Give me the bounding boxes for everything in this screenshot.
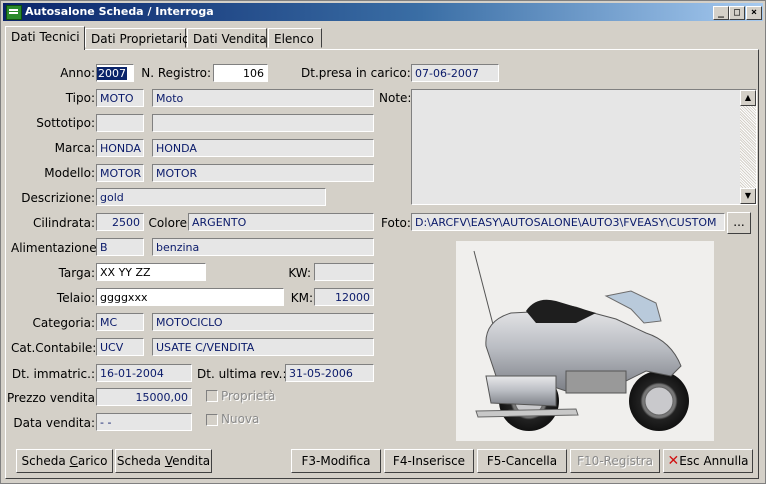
catcontabile-code-field[interactable]: UCV (96, 338, 144, 356)
cancel-x-icon: ✕ (667, 453, 680, 469)
marca-desc-field[interactable]: HONDA (152, 139, 374, 157)
tipo-label: Tipo: (65, 91, 95, 105)
foto-browse-button[interactable]: ... (727, 212, 751, 234)
motorcycle-image (473, 250, 689, 431)
modello-desc-field[interactable]: MOTOR (152, 164, 374, 182)
cilindrata-field[interactable]: 2500 (96, 213, 144, 231)
presa-field[interactable]: 07-06-2007 (411, 64, 499, 82)
km-field[interactable]: 12000 (314, 288, 374, 306)
colore-label: Colore (148, 216, 187, 230)
categoria-desc-field[interactable]: MOTOCICLO (152, 313, 374, 331)
ultimarev-field[interactable]: 31-05-2006 (285, 364, 374, 382)
registra-button[interactable]: F10-Registra (570, 449, 660, 473)
marca-code-field[interactable]: HONDA (96, 139, 144, 157)
cancella-button[interactable]: F5-Cancella (477, 449, 567, 473)
scroll-down-icon[interactable]: ▼ (740, 188, 756, 204)
main-window: Autosalone Scheda / Interroga _ □ × Dati… (0, 0, 766, 484)
catcontabile-desc-field[interactable]: USATE C/VENDITA (152, 338, 374, 356)
proprieta-label: Proprietà (221, 389, 276, 403)
presa-label: Dt.presa in carico: (301, 66, 411, 80)
maximize-button[interactable]: □ (729, 6, 745, 20)
immatric-field[interactable]: 16-01-2004 (96, 364, 192, 382)
minimize-button[interactable]: _ (713, 6, 729, 20)
sottotipo-code-field[interactable] (96, 114, 144, 132)
prezzo-field[interactable]: 15000,00 (96, 388, 192, 406)
note-textarea[interactable]: ▲ ▼ (411, 89, 757, 205)
modello-label: Modello: (44, 166, 95, 180)
scroll-up-icon[interactable]: ▲ (740, 90, 756, 106)
note-scrollbar[interactable]: ▲ ▼ (740, 90, 756, 204)
tipo-desc-field[interactable]: Moto (152, 89, 374, 107)
tipo-code-field[interactable]: MOTO (96, 89, 144, 107)
categoria-label: Categoria: (32, 316, 95, 330)
telaio-label: Telaio: (56, 291, 95, 305)
tab-dati-vendita[interactable]: Dati Vendita (187, 28, 267, 48)
alimentazione-code-field[interactable]: B (96, 238, 144, 256)
descrizione-label: Descrizione: (21, 191, 95, 205)
modifica-button[interactable]: F3-Modifica (291, 449, 381, 473)
telaio-field[interactable]: ggggxxx (96, 288, 284, 306)
anno-label: Anno: (60, 66, 95, 80)
foto-label: Foto: (381, 216, 411, 230)
datavendita-label: Data vendita: (13, 416, 95, 430)
tab-elenco[interactable]: Elenco (268, 28, 322, 48)
sottotipo-desc-field[interactable] (152, 114, 374, 132)
sottotipo-label: Sottotipo: (36, 116, 95, 130)
colore-field[interactable]: ARGENTO (188, 213, 374, 231)
inserisce-button[interactable]: F4-Inserisce (384, 449, 474, 473)
marca-label: Marca: (54, 141, 95, 155)
nuova-checkbox[interactable] (206, 414, 218, 426)
scheda-carico-button[interactable]: Scheda Carico (16, 449, 113, 473)
registro-label: N. Registro: (141, 66, 211, 80)
ultimarev-label: Dt. ultima rev.: (197, 367, 287, 381)
note-label: Note: (379, 91, 412, 105)
close-button[interactable]: × (746, 6, 762, 20)
registro-field[interactable]: 106 (213, 64, 268, 82)
immatric-label: Dt. immatric.: (11, 367, 95, 381)
catcontabile-label: Cat.Contabile: (11, 341, 97, 355)
datavendita-field[interactable]: - - (96, 413, 192, 431)
foto-path-field[interactable]: D:\ARCFV\EASY\AUTOSALONE\AUTO3\FVEASY\CU… (411, 213, 725, 231)
proprieta-checkbox[interactable] (206, 390, 218, 402)
vehicle-photo (456, 241, 714, 441)
window-title: Autosalone Scheda / Interroga (25, 5, 214, 18)
cilindrata-label: Cilindrata: (33, 216, 95, 230)
alimentazione-desc-field[interactable]: benzina (152, 238, 374, 256)
annulla-button[interactable]: ✕Esc Annulla (663, 449, 753, 473)
km-label: KM: (290, 291, 313, 305)
title-bar[interactable]: Autosalone Scheda / Interroga _ □ × (3, 3, 763, 21)
targa-label: Targa: (58, 266, 95, 280)
nuova-label: Nuova (221, 412, 260, 426)
descrizione-field[interactable]: gold (96, 188, 326, 206)
kw-label: KW: (288, 266, 311, 280)
targa-field[interactable]: XX YY ZZ (96, 263, 206, 281)
app-icon (6, 5, 22, 20)
modello-code-field[interactable]: MOTOR (96, 164, 144, 182)
kw-field[interactable] (314, 263, 374, 281)
scheda-vendita-button[interactable]: Scheda Vendita (115, 449, 212, 473)
categoria-code-field[interactable]: MC (96, 313, 144, 331)
prezzo-label: Prezzo vendita: (7, 391, 99, 405)
tab-dati-tecnici[interactable]: Dati Tecnici (5, 26, 85, 50)
tab-dati-proprietario[interactable]: Dati Proprietario (85, 28, 189, 48)
alimentazione-label: Alimentazione: (11, 241, 101, 255)
anno-field[interactable]: 2007 (96, 64, 134, 82)
